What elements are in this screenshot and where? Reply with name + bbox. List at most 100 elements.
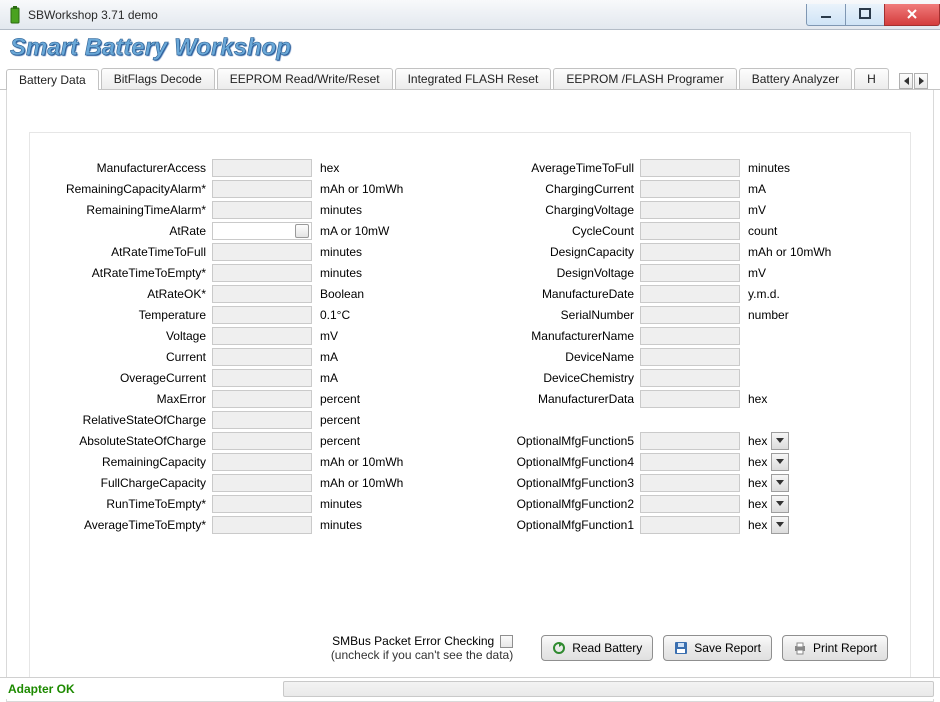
right-field-label: ManufactureDate bbox=[490, 287, 640, 301]
titlebar: SBWorkshop 3.71 demo bbox=[0, 0, 940, 30]
left-field-unit: percent bbox=[312, 434, 360, 448]
optional-mfg-combo[interactable] bbox=[771, 474, 789, 492]
tab-integrated-flash-reset[interactable]: Integrated FLASH Reset bbox=[395, 68, 552, 89]
left-field-unit: percent bbox=[312, 392, 360, 406]
right-field-unit: number bbox=[740, 308, 789, 322]
right-field-label: DesignCapacity bbox=[490, 245, 640, 259]
optional-mfg-unit: hex bbox=[740, 434, 767, 448]
tab-h[interactable]: H bbox=[854, 68, 889, 89]
left-field-unit: mA bbox=[312, 371, 338, 385]
left-field-field bbox=[212, 327, 312, 345]
right-field-label: DeviceName bbox=[490, 350, 640, 364]
tab-bitflags-decode[interactable]: BitFlags Decode bbox=[101, 68, 215, 89]
left-field-field bbox=[212, 180, 312, 198]
left-field-label: AbsoluteStateOfCharge bbox=[52, 434, 212, 448]
minimize-button[interactable] bbox=[806, 4, 846, 26]
left-field-label: AtRateOK* bbox=[52, 287, 212, 301]
left-field-label: ManufacturerAccess bbox=[52, 161, 212, 175]
left-field-label: RemainingTimeAlarm* bbox=[52, 203, 212, 217]
left-field-row: MaxError percent bbox=[52, 388, 450, 409]
pec-hint: (uncheck if you can't see the data) bbox=[331, 648, 513, 662]
optional-mfg-combo[interactable] bbox=[771, 432, 789, 450]
right-field-label: CycleCount bbox=[490, 224, 640, 238]
left-field-field bbox=[212, 348, 312, 366]
right-field-row: DesignCapacity mAh or 10mWh bbox=[490, 241, 888, 262]
left-field-row: RelativeStateOfChargepercent bbox=[52, 409, 450, 430]
close-button[interactable] bbox=[884, 4, 940, 26]
right-field-label: ManufacturerData bbox=[490, 392, 640, 406]
save-report-button[interactable]: Save Report bbox=[663, 635, 772, 661]
tab-eeprom-read-write-reset[interactable]: EEPROM Read/Write/Reset bbox=[217, 68, 393, 89]
optional-mfg-row: OptionalMfgFunction5 hex bbox=[490, 430, 888, 451]
left-field-row: RemainingTimeAlarm*minutes bbox=[52, 199, 450, 220]
left-field-unit: minutes bbox=[312, 266, 362, 280]
print-icon bbox=[793, 641, 807, 655]
left-field-field bbox=[212, 243, 312, 261]
left-field-unit: mAh or 10mWh bbox=[312, 476, 403, 490]
save-icon bbox=[674, 641, 688, 655]
optional-mfg-unit: hex bbox=[740, 455, 767, 469]
left-field-field bbox=[212, 516, 312, 534]
optional-mfg-row: OptionalMfgFunction1hex bbox=[490, 514, 888, 535]
left-field-row: AverageTimeToEmpty*minutes bbox=[52, 514, 450, 535]
left-field-unit: minutes bbox=[312, 497, 362, 511]
pec-block: SMBus Packet Error Checking (uncheck if … bbox=[331, 634, 513, 662]
chevron-down-icon bbox=[776, 522, 784, 527]
right-field-field bbox=[640, 243, 740, 261]
right-field-unit: y.m.d. bbox=[740, 287, 780, 301]
left-field-row: Temperature0.1°C bbox=[52, 304, 450, 325]
left-field-label: Current bbox=[52, 350, 212, 364]
chevron-right-icon bbox=[919, 77, 924, 85]
left-field-row: CurrentmA bbox=[52, 346, 450, 367]
left-field-field bbox=[212, 495, 312, 513]
left-field-toggle[interactable] bbox=[295, 224, 309, 238]
print-report-button[interactable]: Print Report bbox=[782, 635, 888, 661]
left-field-row: OverageCurrent mA bbox=[52, 367, 450, 388]
left-field-unit: mA or 10mW bbox=[312, 224, 389, 238]
right-field-label: DeviceChemistry bbox=[490, 371, 640, 385]
fields-column-left: ManufacturerAccesshexRemainingCapacityAl… bbox=[52, 157, 450, 535]
optional-mfg-combo[interactable] bbox=[771, 516, 789, 534]
optional-mfg-label: OptionalMfgFunction4 bbox=[490, 455, 640, 469]
right-field-field bbox=[640, 285, 740, 303]
right-field-field bbox=[640, 306, 740, 324]
tab-battery-analyzer[interactable]: Battery Analyzer bbox=[739, 68, 852, 89]
maximize-button[interactable] bbox=[845, 4, 885, 26]
brand-text: Smart Battery Workshop bbox=[10, 34, 291, 61]
right-field-row: DesignVoltagemV bbox=[490, 262, 888, 283]
left-field-field bbox=[212, 201, 312, 219]
left-field-field bbox=[212, 306, 312, 324]
left-field-label: AtRateTimeToFull bbox=[52, 245, 212, 259]
right-field-unit: count bbox=[740, 224, 777, 238]
left-field-unit: minutes bbox=[312, 245, 362, 259]
left-field-label: AtRateTimeToEmpty* bbox=[52, 266, 212, 280]
left-field-field bbox=[212, 411, 312, 429]
left-field-label: RemainingCapacityAlarm* bbox=[52, 182, 212, 196]
optional-mfg-field bbox=[640, 474, 740, 492]
left-field-row: AtRateTimeToEmpty* minutes bbox=[52, 262, 450, 283]
optional-mfg-combo[interactable] bbox=[771, 495, 789, 513]
left-field-row: RemainingCapacitymAh or 10mWh bbox=[52, 451, 450, 472]
left-field-label: OverageCurrent bbox=[52, 371, 212, 385]
fields-column-right: AverageTimeToFullminutesChargingCurrentm… bbox=[490, 157, 888, 535]
tab-eeprom-flash-programer[interactable]: EEPROM /FLASH Programer bbox=[553, 68, 736, 89]
left-field-label: MaxError bbox=[52, 392, 212, 406]
column-spacer bbox=[490, 409, 888, 430]
bottom-controls: SMBus Packet Error Checking (uncheck if … bbox=[30, 634, 910, 662]
print-report-label: Print Report bbox=[813, 641, 877, 655]
optional-mfg-combo[interactable] bbox=[771, 453, 789, 471]
window-buttons bbox=[807, 4, 940, 26]
read-battery-button[interactable]: Read Battery bbox=[541, 635, 653, 661]
left-field-unit: mAh or 10mWh bbox=[312, 182, 403, 196]
optional-mfg-row: OptionalMfgFunction3hex bbox=[490, 472, 888, 493]
left-field-label: RemainingCapacity bbox=[52, 455, 212, 469]
tab-scroll-left[interactable] bbox=[899, 73, 913, 89]
tab-scroll-right[interactable] bbox=[914, 73, 928, 89]
left-field-unit: Boolean bbox=[312, 287, 364, 301]
pec-checkbox[interactable] bbox=[500, 635, 513, 648]
right-field-unit: mAh or 10mWh bbox=[740, 245, 831, 259]
left-field-label: RunTimeToEmpty* bbox=[52, 497, 212, 511]
tab-battery-data[interactable]: Battery Data bbox=[6, 69, 99, 90]
optional-mfg-label: OptionalMfgFunction5 bbox=[490, 434, 640, 448]
read-battery-label: Read Battery bbox=[572, 641, 642, 655]
